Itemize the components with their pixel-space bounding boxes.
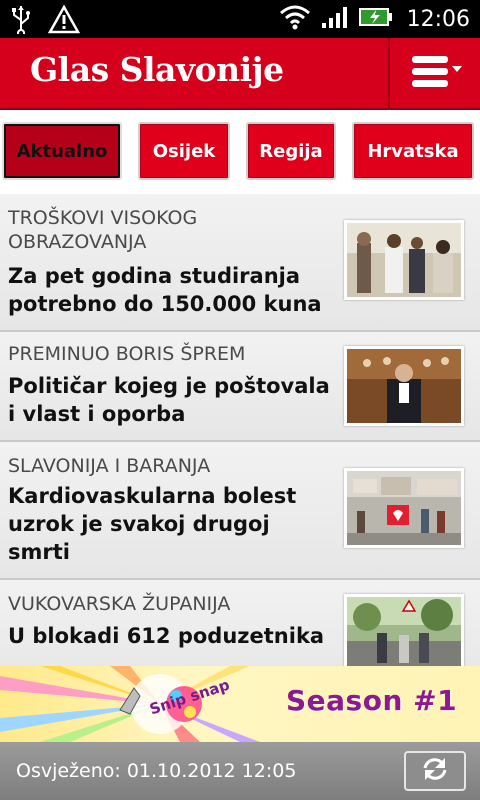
ad-season-text: Season #1 [286,684,458,717]
menu-button[interactable] [392,38,480,110]
news-category: VUKOVARSKA ŽUPANIJA [8,593,231,615]
clock: 12:06 [406,6,470,32]
news-headline: Za pet godina studiranja potrebno do 150… [8,264,322,316]
news-item[interactable]: TROŠKOVI VISOKOG OBRAZOVANJA Za pet godi… [0,194,480,332]
header-divider [388,38,390,110]
ad-banner[interactable]: Snip snap Season #1 [0,666,480,742]
news-headline: Političar kojeg je poštovala i vlast i o… [8,374,330,426]
status-bar: 12:06 [0,0,480,38]
refresh-icon [420,756,450,786]
news-list: TROŠKOVI VISOKOG OBRAZOVANJA Za pet godi… [0,194,480,666]
news-item[interactable]: VUKOVARSKA ŽUPANIJA U blokadi 612 poduze… [0,580,480,666]
news-headline: U blokadi 612 poduzetnika [8,624,325,648]
news-item[interactable]: SLAVONIJA I BARANJA Kardiovaskularna bol… [0,442,480,580]
news-thumbnail [344,220,464,300]
refresh-button[interactable] [404,751,466,791]
wifi-icon [279,4,311,34]
tab-hrvatska[interactable]: Hrvatska [352,122,474,180]
tab-osijek[interactable]: Osijek [138,122,230,180]
app-header: Glas Slavonije [0,38,480,110]
news-item[interactable]: PREMINUO BORIS ŠPREM Političar kojeg je … [0,332,480,442]
footer-bar: Osvježeno: 01.10.2012 12:05 [0,742,480,800]
news-headline: Kardiovaskularna bolest uzrok je svakoj … [8,484,297,564]
menu-icon [408,52,464,96]
app-title: Glas Slavonije [30,50,284,89]
tab-regija[interactable]: Regija [246,122,336,180]
battery-charging-icon [358,7,393,31]
news-thumbnail [344,346,464,426]
news-category: SLAVONIJA I BARANJA [8,455,211,477]
news-category: PREMINUO BORIS ŠPREM [8,343,246,365]
warning-icon [47,4,81,38]
tab-aktualno[interactable]: Aktualno [2,122,122,180]
news-thumbnail [344,468,464,548]
last-refreshed-text: Osvježeno: 01.10.2012 12:05 [16,760,297,782]
news-thumbnail [344,594,464,666]
category-tabs: Aktualno Osijek Regija Hrvatska [0,110,480,194]
news-category: TROŠKOVI VISOKOG OBRAZOVANJA [8,207,198,253]
usb-icon [10,4,32,38]
signal-icon [321,5,349,33]
